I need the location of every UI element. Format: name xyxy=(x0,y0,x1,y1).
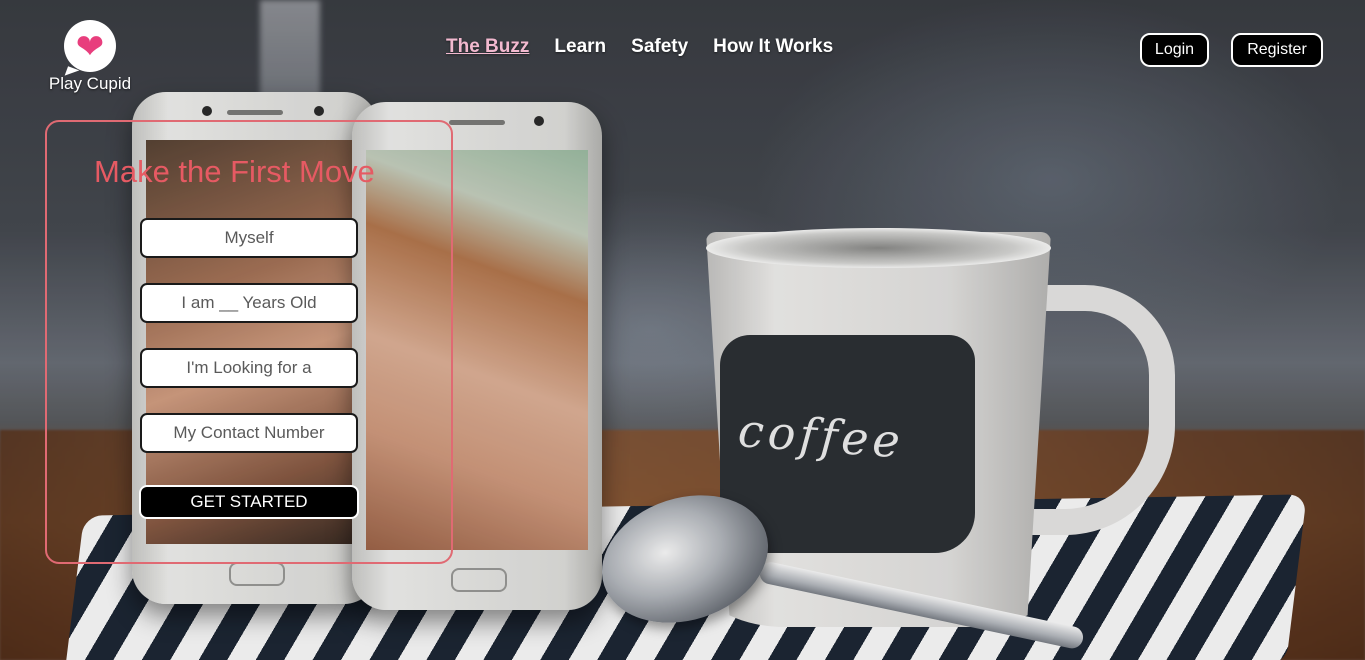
heart-icon: ❤ xyxy=(75,27,105,67)
heart-chat-icon: ❤ xyxy=(64,20,116,72)
nav-item-learn[interactable]: Learn xyxy=(554,36,606,58)
login-button[interactable]: Login xyxy=(1140,33,1209,67)
nav-item-safety[interactable]: Safety xyxy=(631,36,688,58)
register-button[interactable]: Register xyxy=(1231,33,1323,67)
main-nav: The Buzz Learn Safety How It Works xyxy=(446,36,833,58)
looking-for-input[interactable] xyxy=(140,348,358,388)
nav-item-how-it-works[interactable]: How It Works xyxy=(713,36,833,58)
brand-logo[interactable]: ❤ Play Cupid xyxy=(44,20,136,94)
signup-title: Make the First Move xyxy=(94,154,375,189)
age-input[interactable] xyxy=(140,283,358,323)
nav-item-the-buzz[interactable]: The Buzz xyxy=(446,36,529,58)
brand-name: Play Cupid xyxy=(48,74,132,93)
myself-input[interactable] xyxy=(140,218,358,258)
contact-number-input[interactable] xyxy=(140,413,358,453)
get-started-button[interactable]: GET STARTED xyxy=(139,485,359,519)
